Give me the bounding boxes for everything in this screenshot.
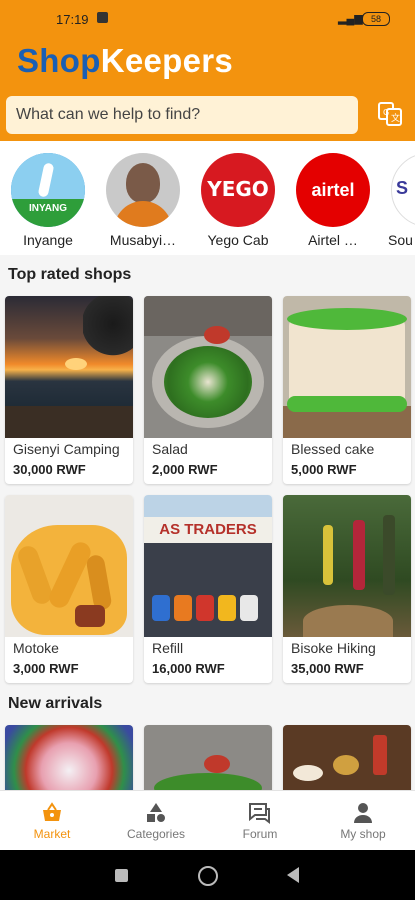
product-card[interactable]: AS TRADERS Refill 16,000 RWF — [144, 495, 272, 683]
product-image — [5, 725, 133, 790]
product-name: Blessed cake — [291, 441, 375, 457]
app-logo: ShopKeepers — [17, 42, 233, 80]
search-input[interactable] — [6, 96, 358, 134]
featured-shops-row: INYANG Inyange Musabyi… YEGO Yego Cab ai… — [0, 141, 415, 255]
signal-icon: ▂▄▆ — [338, 13, 363, 25]
product-image — [283, 725, 411, 790]
product-price: 3,000 RWF — [13, 661, 79, 676]
story-airtel[interactable]: airtel Airtel … — [291, 153, 375, 248]
logo-keepers-text: Keepers — [100, 42, 234, 79]
chat-icon — [249, 803, 270, 824]
nav-forum[interactable]: Forum — [208, 791, 312, 851]
battery-icon: 58 — [362, 12, 390, 26]
nav-categories[interactable]: Categories — [104, 791, 208, 851]
product-image — [5, 495, 133, 637]
nav-label: Forum — [242, 827, 278, 841]
translate-icon[interactable]: G 文 — [376, 100, 404, 128]
product-image — [144, 296, 272, 438]
product-card[interactable]: Blessed cake 5,000 RWF — [283, 296, 411, 484]
product-card[interactable]: Gisenyi Camping 30,000 RWF — [5, 296, 133, 484]
inyange-logo: INYANG — [11, 153, 85, 227]
product-image — [283, 495, 411, 637]
status-bar: 17:19 ▂▄▆ 58 — [0, 0, 415, 38]
product-image: AS TRADERS — [144, 495, 272, 637]
product-price: 30,000 RWF — [13, 462, 86, 477]
story-label: Airtel … — [308, 232, 358, 248]
product-image — [5, 296, 133, 438]
svg-text:文: 文 — [391, 112, 400, 124]
notification-icon — [97, 12, 108, 23]
yego-badge-text: YEGO — [207, 177, 269, 201]
product-price: 2,000 RWF — [152, 462, 218, 477]
product-name: Refill — [152, 640, 184, 656]
nav-label: My shop — [340, 827, 386, 841]
inyange-badge-text: INYANG — [29, 203, 67, 214]
nav-label: Categories — [126, 827, 186, 841]
product-name: Gisenyi Camping — [13, 441, 120, 457]
section-title-new-arrivals: New arrivals — [8, 695, 103, 712]
nav-market[interactable]: Market — [0, 791, 104, 851]
yego-logo: YEGO — [201, 153, 275, 227]
basket-icon — [43, 802, 61, 821]
story-label: Musabyi… — [109, 232, 177, 248]
product-card[interactable] — [144, 725, 272, 790]
svg-text:G: G — [383, 108, 389, 117]
product-price: 35,000 RWF — [291, 661, 364, 676]
logo-shop-text: Shop — [17, 42, 101, 79]
story-label: Yego Cab — [207, 232, 269, 248]
system-navigation-bar — [0, 850, 415, 900]
story-yego-cab[interactable]: YEGO Yego Cab — [196, 153, 280, 248]
nav-label: Market — [33, 827, 71, 841]
story-label: Inyange — [23, 232, 73, 248]
bottom-navigation: Market Categories Forum My shop — [0, 790, 415, 851]
sou-logo: S — [391, 153, 415, 227]
product-image — [283, 296, 411, 438]
product-price: 16,000 RWF — [152, 661, 225, 676]
product-image — [144, 725, 272, 790]
airtel-badge-text: airtel — [311, 180, 355, 200]
product-price: 5,000 RWF — [291, 462, 357, 477]
product-name: Bisoke Hiking — [291, 640, 376, 656]
back-button[interactable] — [287, 867, 299, 883]
shop-sign-text: AS TRADERS — [159, 521, 257, 538]
product-name: Salad — [152, 441, 188, 457]
recents-button[interactable] — [115, 869, 128, 882]
story-musabyi[interactable]: Musabyi… — [101, 153, 185, 248]
section-title-top-rated: Top rated shops — [8, 266, 132, 283]
airtel-logo: airtel — [296, 153, 370, 227]
story-label: Sou — [388, 232, 413, 248]
status-time: 17:19 — [56, 12, 89, 27]
avatar — [106, 153, 180, 227]
person-icon — [354, 803, 372, 823]
app-header: ShopKeepers G 文 — [0, 38, 415, 141]
story-sou[interactable]: S Sou — [386, 153, 415, 248]
product-card[interactable] — [283, 725, 411, 790]
shapes-icon — [147, 803, 165, 822]
sou-badge-text: S — [396, 178, 409, 198]
product-card[interactable]: Salad 2,000 RWF — [144, 296, 272, 484]
product-name: Motoke — [13, 640, 59, 656]
product-card[interactable]: Bisoke Hiking 35,000 RWF — [283, 495, 411, 683]
product-card[interactable]: Motoke 3,000 RWF — [5, 495, 133, 683]
product-card[interactable] — [5, 725, 133, 790]
story-inyange[interactable]: INYANG Inyange — [6, 153, 90, 248]
nav-my-shop[interactable]: My shop — [311, 791, 415, 851]
home-button[interactable] — [198, 866, 218, 886]
